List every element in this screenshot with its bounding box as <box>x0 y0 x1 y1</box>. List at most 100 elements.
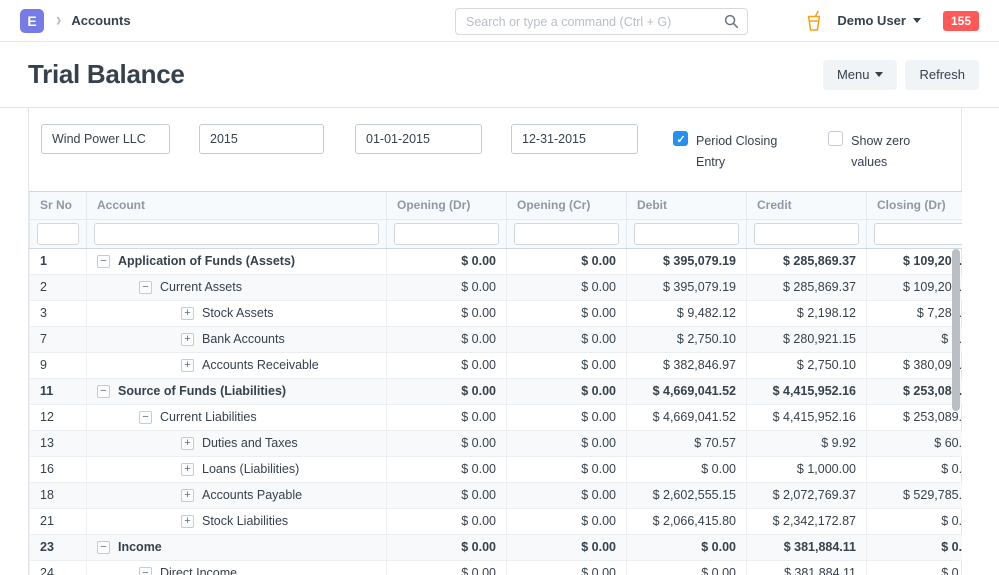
col-header-debit[interactable]: Debit <box>627 192 747 219</box>
app-logo[interactable]: E <box>20 9 44 33</box>
credit-column-filter[interactable] <box>754 223 859 245</box>
notification-badge[interactable]: 155 <box>943 11 979 31</box>
tree-toggle-icon[interactable]: − <box>139 281 152 294</box>
tree-toggle-icon[interactable]: − <box>97 541 110 554</box>
fiscal-year-filter-input[interactable] <box>199 124 324 154</box>
page-title: Trial Balance <box>28 59 185 90</box>
closing-dr-cell: $ 109,209.82 <box>867 248 963 274</box>
opening-cr-cell: $ 0.00 <box>507 560 627 575</box>
refresh-button[interactable]: Refresh <box>905 60 979 90</box>
debit-cell: $ 2,750.10 <box>627 326 747 352</box>
tree-toggle-icon[interactable]: + <box>181 515 194 528</box>
menu-button[interactable]: Menu <box>823 60 898 90</box>
period-closing-entry-checkbox[interactable] <box>673 131 688 146</box>
opening-cr-cell: $ 0.00 <box>507 404 627 430</box>
account-cell: + Loans (Liabilities) <box>87 456 387 482</box>
breadcrumb-chevron-icon: › <box>56 10 61 32</box>
col-header-sr-no[interactable]: Sr No <box>30 192 87 219</box>
table-row[interactable]: 13 + Duties and Taxes $ 0.00 $ 0.00 $ 70… <box>30 430 963 456</box>
table-row[interactable]: 9 + Accounts Receivable $ 0.00 $ 0.00 $ … <box>30 352 963 378</box>
page-head: Trial Balance Menu Refresh <box>0 42 999 108</box>
tree-toggle-icon[interactable]: + <box>181 333 194 346</box>
opening-cr-column-filter[interactable] <box>514 223 619 245</box>
tree-toggle-icon[interactable]: + <box>181 463 194 476</box>
tree-toggle-icon[interactable]: − <box>97 385 110 398</box>
opening-dr-cell: $ 0.00 <box>387 560 507 575</box>
sr-no-column-filter[interactable] <box>37 223 79 245</box>
credit-cell: $ 1,000.00 <box>747 456 867 482</box>
company-filter-input[interactable] <box>41 124 170 154</box>
sr-no-cell: 1 <box>30 248 87 274</box>
debit-cell: $ 9,482.12 <box>627 300 747 326</box>
table-row[interactable]: 11 − Source of Funds (Liabilities) $ 0.0… <box>30 378 963 404</box>
closing-dr-cell: $ 0.00 <box>867 534 963 560</box>
table-row[interactable]: 18 + Accounts Payable $ 0.00 $ 0.00 $ 2,… <box>30 482 963 508</box>
vertical-scrollbar[interactable] <box>952 249 960 411</box>
table-row[interactable]: 12 − Current Liabilities $ 0.00 $ 0.00 $… <box>30 404 963 430</box>
account-label: Source of Funds (Liabilities) <box>118 384 286 398</box>
account-label: Current Liabilities <box>160 410 257 424</box>
credit-cell: $ 4,415,952.16 <box>747 404 867 430</box>
sr-no-cell: 12 <box>30 404 87 430</box>
opening-cr-cell: $ 0.00 <box>507 274 627 300</box>
period-closing-entry-checkbox-group[interactable]: Period Closing Entry <box>673 131 790 172</box>
menu-button-label: Menu <box>837 67 870 82</box>
tree-toggle-icon[interactable]: + <box>181 437 194 450</box>
closing-dr-column-filter[interactable] <box>874 223 962 245</box>
table-row[interactable]: 7 + Bank Accounts $ 0.00 $ 0.00 $ 2,750.… <box>30 326 963 352</box>
search-input[interactable] <box>455 8 748 35</box>
table-row[interactable]: 21 + Stock Liabilities $ 0.00 $ 0.00 $ 2… <box>30 508 963 534</box>
closing-dr-cell: $ 0.00 <box>867 560 963 575</box>
col-header-account[interactable]: Account <box>87 192 387 219</box>
table-row[interactable]: 3 + Stock Assets $ 0.00 $ 0.00 $ 9,482.1… <box>30 300 963 326</box>
show-zero-values-checkbox[interactable] <box>828 131 843 146</box>
closing-dr-cell: $ 253,089.36 <box>867 404 963 430</box>
sr-no-cell: 24 <box>30 560 87 575</box>
sr-no-cell: 2 <box>30 274 87 300</box>
account-label: Accounts Receivable <box>202 358 319 372</box>
closing-dr-cell: $ 529,785.78 <box>867 482 963 508</box>
to-date-filter-input[interactable] <box>511 124 638 154</box>
col-header-opening-dr[interactable]: Opening (Dr) <box>387 192 507 219</box>
opening-dr-cell: $ 0.00 <box>387 326 507 352</box>
table-row[interactable]: 23 − Income $ 0.00 $ 0.00 $ 0.00 $ 381,8… <box>30 534 963 560</box>
col-header-opening-cr[interactable]: Opening (Cr) <box>507 192 627 219</box>
tree-toggle-icon[interactable]: − <box>139 411 152 424</box>
breadcrumb-accounts[interactable]: Accounts <box>71 13 130 28</box>
tree-toggle-icon[interactable]: + <box>181 489 194 502</box>
tree-toggle-icon[interactable]: − <box>139 567 152 575</box>
opening-dr-cell: $ 0.00 <box>387 404 507 430</box>
opening-dr-column-filter[interactable] <box>394 223 499 245</box>
table-row[interactable]: 1 − Application of Funds (Assets) $ 0.00… <box>30 248 963 274</box>
show-zero-values-checkbox-group[interactable]: Show zero values <box>828 131 949 172</box>
trial-balance-table: Sr No Account Opening (Dr) Opening (Cr) … <box>29 192 962 575</box>
report-card: Period Closing Entry Show zero values Sr… <box>28 108 962 575</box>
table-row[interactable]: 16 + Loans (Liabilities) $ 0.00 $ 0.00 $… <box>30 456 963 482</box>
from-date-filter-input[interactable] <box>355 124 482 154</box>
credit-cell: $ 2,198.12 <box>747 300 867 326</box>
sr-no-cell: 11 <box>30 378 87 404</box>
sr-no-cell: 21 <box>30 508 87 534</box>
account-cell: + Duties and Taxes <box>87 430 387 456</box>
account-cell: − Source of Funds (Liabilities) <box>87 378 387 404</box>
debit-column-filter[interactable] <box>634 223 739 245</box>
account-cell: − Income <box>87 534 387 560</box>
user-menu[interactable]: Demo User <box>837 13 921 28</box>
tree-toggle-icon[interactable]: + <box>181 307 194 320</box>
tree-toggle-icon[interactable]: + <box>181 359 194 372</box>
sr-no-cell: 18 <box>30 482 87 508</box>
col-header-credit[interactable]: Credit <box>747 192 867 219</box>
credit-cell: $ 4,415,952.16 <box>747 378 867 404</box>
drink-cup-icon[interactable] <box>805 10 823 32</box>
account-label: Stock Liabilities <box>202 514 288 528</box>
account-label: Application of Funds (Assets) <box>118 254 295 268</box>
opening-dr-cell: $ 0.00 <box>387 300 507 326</box>
period-closing-entry-label: Period Closing Entry <box>696 131 790 172</box>
tree-toggle-icon[interactable]: − <box>97 255 110 268</box>
account-label: Duties and Taxes <box>202 436 298 450</box>
account-column-filter[interactable] <box>94 223 379 245</box>
table-row[interactable]: 2 − Current Assets $ 0.00 $ 0.00 $ 395,0… <box>30 274 963 300</box>
col-header-closing-dr[interactable]: Closing (Dr) <box>867 192 963 219</box>
debit-cell: $ 395,079.19 <box>627 248 747 274</box>
table-row[interactable]: 24 − Direct Income $ 0.00 $ 0.00 $ 0.00 … <box>30 560 963 575</box>
